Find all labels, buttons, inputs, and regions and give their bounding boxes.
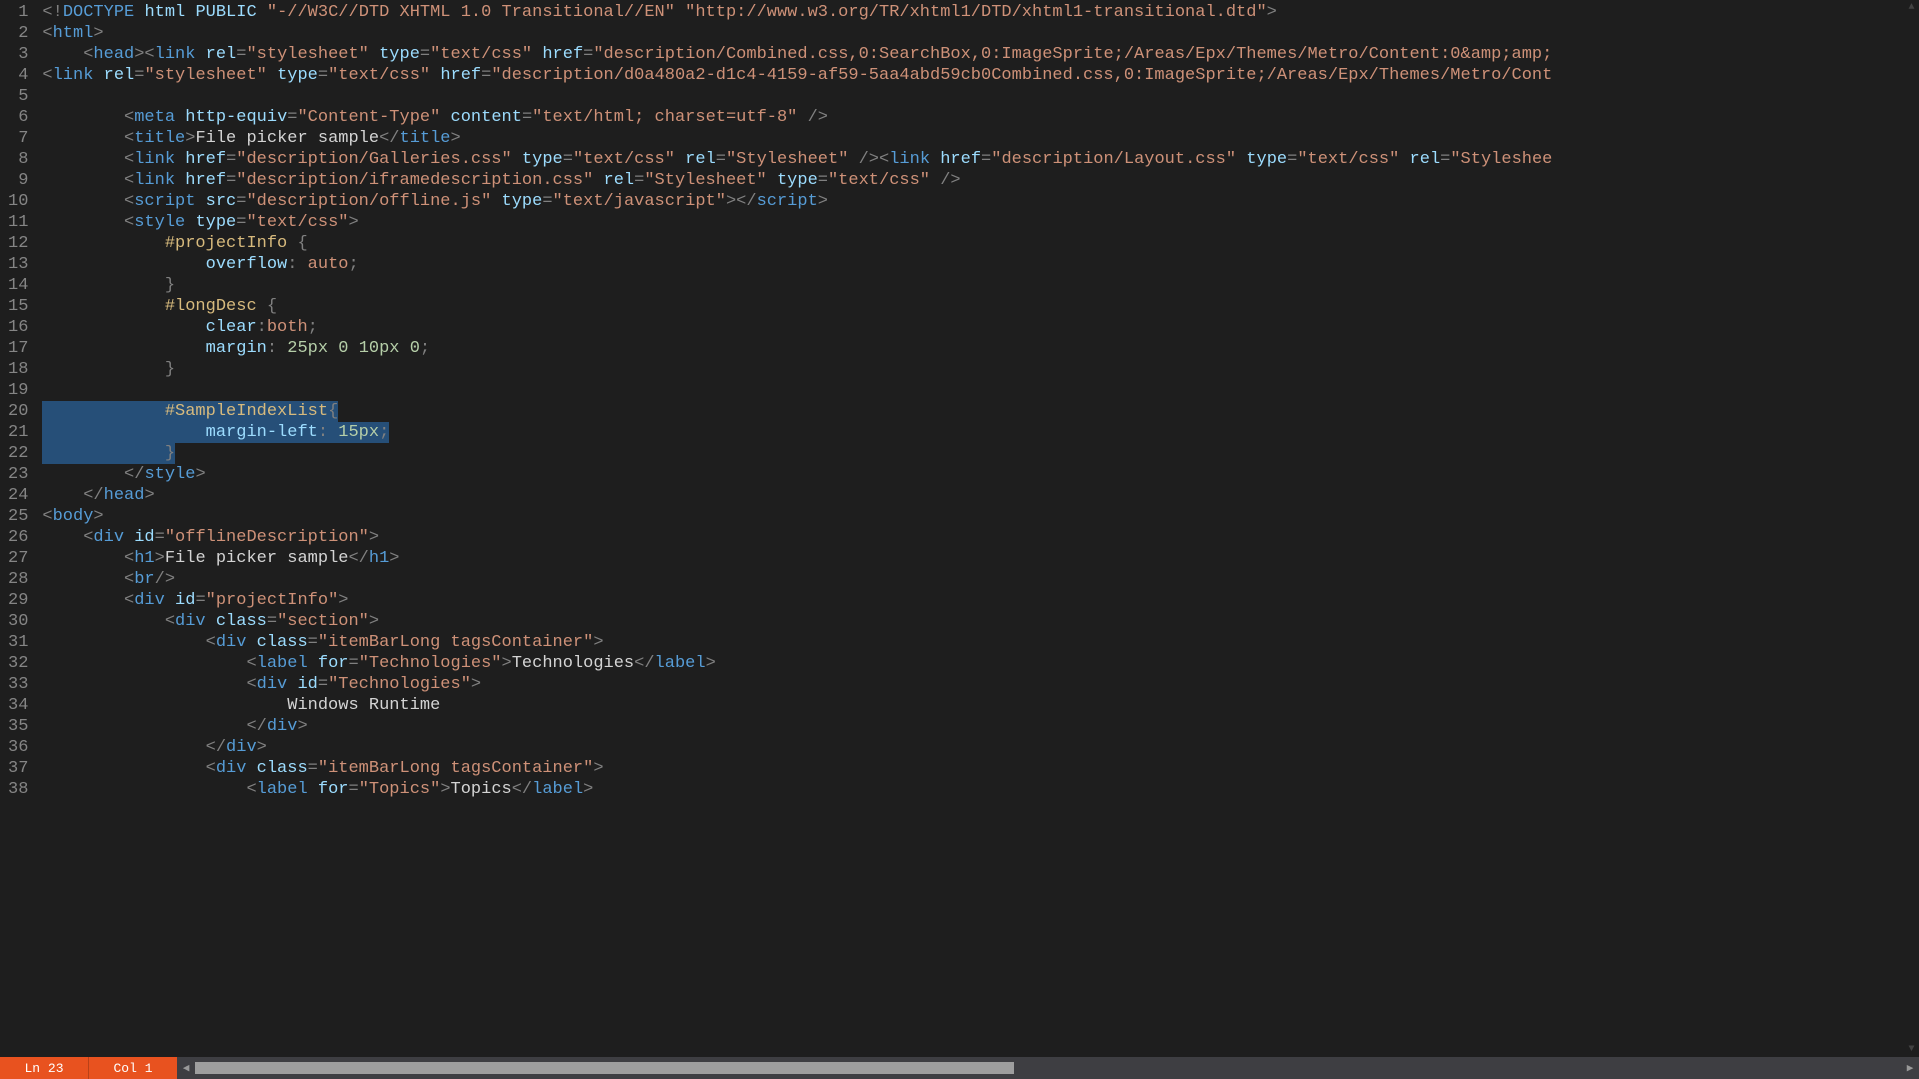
status-line[interactable]: Ln 23 [0,1057,88,1079]
code-line[interactable]: <label for="Technologies">Technologies</… [42,653,1919,674]
code-line[interactable]: <label for="Topics">Topics</label> [42,779,1919,800]
line-number: 38 [8,779,28,800]
line-number: 13 [8,254,28,275]
code-line[interactable]: #projectInfo { [42,233,1919,254]
line-number-gutter: 1234567891011121314151617181920212223242… [0,0,42,1057]
code-line[interactable]: <h1>File picker sample</h1> [42,548,1919,569]
hscroll-thumb[interactable] [195,1062,1014,1074]
line-number: 18 [8,359,28,380]
line-number: 33 [8,674,28,695]
code-line[interactable]: </div> [42,716,1919,737]
scroll-left-icon[interactable]: ◀ [177,1061,195,1075]
code-line[interactable]: <div class="itemBarLong tagsContainer"> [42,758,1919,779]
code-line[interactable] [42,380,1919,401]
code-line[interactable]: <script src="description/offline.js" typ… [42,191,1919,212]
line-number: 34 [8,695,28,716]
code-line[interactable]: </style> [42,464,1919,485]
line-number: 3 [8,44,28,65]
line-number: 15 [8,296,28,317]
hscroll-track[interactable] [195,1061,1901,1075]
code-line[interactable]: margin-left: 15px; [42,422,1919,443]
code-line[interactable]: } [42,443,1919,464]
line-number: 19 [8,380,28,401]
scroll-right-icon[interactable]: ▶ [1901,1061,1919,1075]
code-line[interactable]: <br/> [42,569,1919,590]
line-number: 36 [8,737,28,758]
line-number: 22 [8,443,28,464]
code-line[interactable]: <style type="text/css"> [42,212,1919,233]
scroll-up-icon[interactable]: ▲ [1904,0,1919,15]
code-line[interactable]: <div id="projectInfo"> [42,590,1919,611]
code-line[interactable]: <div id="offlineDescription"> [42,527,1919,548]
line-number: 8 [8,149,28,170]
line-number: 7 [8,128,28,149]
line-number: 10 [8,191,28,212]
line-number: 31 [8,632,28,653]
line-number: 30 [8,611,28,632]
code-line[interactable]: <link rel="stylesheet" type="text/css" h… [42,65,1919,86]
line-number: 4 [8,65,28,86]
code-line[interactable]: #longDesc { [42,296,1919,317]
code-line[interactable]: <title>File picker sample</title> [42,128,1919,149]
vertical-scrollbar[interactable]: ▲ ▼ [1904,0,1919,1057]
line-number: 16 [8,317,28,338]
code-line[interactable] [42,86,1919,107]
line-number: 1 [8,2,28,23]
code-line[interactable]: <link href="description/iframedescriptio… [42,170,1919,191]
line-number: 32 [8,653,28,674]
code-line[interactable]: } [42,275,1919,296]
code-line[interactable]: margin: 25px 0 10px 0; [42,338,1919,359]
line-number: 9 [8,170,28,191]
line-number: 6 [8,107,28,128]
horizontal-scrollbar[interactable]: ◀ ▶ [177,1057,1919,1079]
code-line[interactable]: <div class="section"> [42,611,1919,632]
code-line[interactable]: <body> [42,506,1919,527]
line-number: 12 [8,233,28,254]
code-line[interactable]: Windows Runtime [42,695,1919,716]
line-number: 2 [8,23,28,44]
code-line[interactable]: <div id="Technologies"> [42,674,1919,695]
line-number: 11 [8,212,28,233]
line-number: 24 [8,485,28,506]
line-number: 17 [8,338,28,359]
line-number: 28 [8,569,28,590]
code-line[interactable]: <html> [42,23,1919,44]
line-number: 29 [8,590,28,611]
line-number: 26 [8,527,28,548]
line-number: 25 [8,506,28,527]
code-line[interactable]: </div> [42,737,1919,758]
line-number: 14 [8,275,28,296]
code-line[interactable]: <head><link rel="stylesheet" type="text/… [42,44,1919,65]
status-bar: Ln 23 Col 1 ◀ ▶ [0,1057,1919,1079]
code-line[interactable]: <!DOCTYPE html PUBLIC "-//W3C//DTD XHTML… [42,2,1919,23]
code-area[interactable]: <!DOCTYPE html PUBLIC "-//W3C//DTD XHTML… [42,0,1919,1057]
code-line[interactable]: #SampleIndexList{ [42,401,1919,422]
code-line[interactable]: <div class="itemBarLong tagsContainer"> [42,632,1919,653]
code-line[interactable]: </head> [42,485,1919,506]
code-line[interactable]: clear:both; [42,317,1919,338]
code-line[interactable]: <link href="description/Galleries.css" t… [42,149,1919,170]
code-editor[interactable]: 1234567891011121314151617181920212223242… [0,0,1919,1057]
line-number: 35 [8,716,28,737]
line-number: 20 [8,401,28,422]
line-number: 21 [8,422,28,443]
code-line[interactable]: <meta http-equiv="Content-Type" content=… [42,107,1919,128]
status-column[interactable]: Col 1 [88,1057,177,1079]
code-line[interactable]: overflow: auto; [42,254,1919,275]
line-number: 5 [8,86,28,107]
line-number: 27 [8,548,28,569]
line-number: 37 [8,758,28,779]
line-number: 23 [8,464,28,485]
code-line[interactable]: } [42,359,1919,380]
scroll-down-icon[interactable]: ▼ [1904,1042,1919,1057]
